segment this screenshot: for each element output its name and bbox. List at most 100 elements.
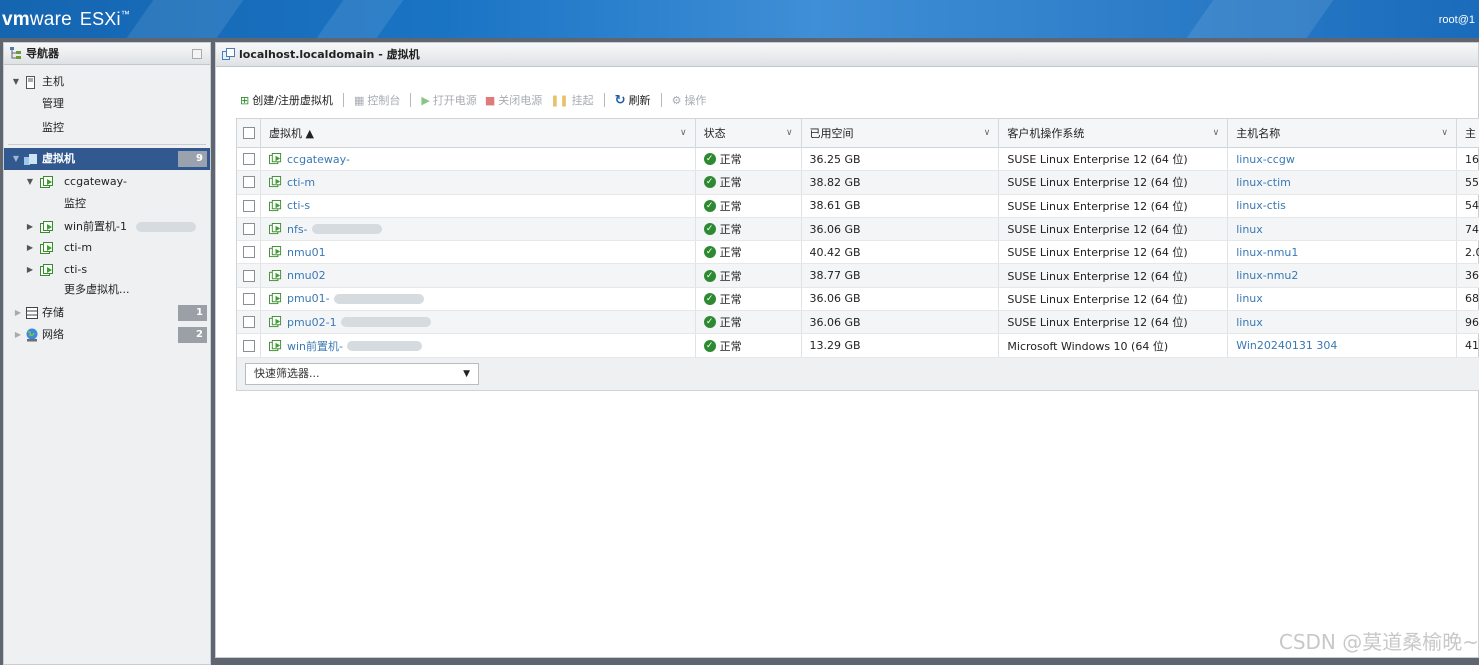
table-row[interactable]: nfs- ✓ 正常 36.06 GB SUSE Linux Enterprise 12 … xyxy=(237,217,1479,242)
vm-name-link[interactable]: win前置机- xyxy=(287,338,343,354)
nav-item-vm-win[interactable]: ▶ win前置机-1 xyxy=(4,216,210,238)
create-register-vm-button[interactable]: ⊞ 创建/注册虚拟机 xyxy=(240,92,333,108)
guest-os-cell: SUSE Linux Enterprise 12 (64 位) xyxy=(999,287,1229,311)
expand-arrow-icon[interactable]: ▶ xyxy=(14,302,22,324)
expand-arrow-icon[interactable]: ▶ xyxy=(14,324,22,346)
vm-name-link[interactable]: nmu01 xyxy=(287,246,326,259)
vm-name-link[interactable]: pmu02-1 xyxy=(287,316,337,329)
expand-arrow-icon[interactable]: ▼ xyxy=(12,71,20,93)
vm-toolbar: ⊞ 创建/注册虚拟机 ▦ 控制台 ▶ 打开电源 ■ 关闭电源 ❚❚ 挂起 ↻ 刷新 ⚙ 操作 xyxy=(240,91,714,109)
expand-arrow-icon[interactable]: ▶ xyxy=(26,259,34,281)
console-button[interactable]: ▦ 控制台 xyxy=(354,92,400,108)
storage-count-badge: 1 xyxy=(178,305,207,321)
select-all-checkbox[interactable] xyxy=(243,127,255,139)
hostname-cell: Win20240131 304 xyxy=(1228,334,1458,357)
check-circle-icon: ✓ xyxy=(703,316,716,329)
host-cpu-cell: 54 xyxy=(1465,199,1479,213)
vm-name-link[interactable]: cti-s xyxy=(287,199,310,212)
collapse-icon[interactable] xyxy=(192,49,202,59)
col-header-guest-os[interactable]: 客户机操作系统 ∨ xyxy=(999,119,1229,148)
vm-running-icon xyxy=(40,176,53,188)
expand-arrow-icon[interactable]: ▶ xyxy=(26,216,34,238)
vm-name-link[interactable]: pmu01- xyxy=(287,292,330,305)
status-text: 正常 xyxy=(719,316,742,330)
chevron-down-icon[interactable]: ∨ xyxy=(984,119,991,148)
expand-arrow-icon[interactable]: ▼ xyxy=(26,171,34,193)
col-header-host-cpu[interactable]: 主 xyxy=(1457,119,1479,148)
vm-name-link[interactable]: nfs- xyxy=(287,223,308,236)
row-checkbox[interactable] xyxy=(243,153,255,166)
nav-item-network[interactable]: ▶ 网络 2 xyxy=(4,324,210,346)
used-space-cell: 36.25 GB xyxy=(802,148,1000,171)
col-header-hostname[interactable]: 主机名称 ∨ xyxy=(1228,119,1458,148)
vmware-esxi-logo: vmware ESXi™ xyxy=(2,9,130,30)
status-cell: ✓ 正常 xyxy=(696,148,802,171)
nav-item-storage[interactable]: ▶ 存储 1 xyxy=(4,302,210,324)
chevron-down-icon[interactable]: ∨ xyxy=(1441,119,1448,148)
nav-item-vm-ccgateway[interactable]: ▼ ccgateway- xyxy=(4,171,210,193)
vm-running-icon xyxy=(269,199,282,211)
nav-item-host-manage[interactable]: 管理 xyxy=(4,93,210,115)
table-row[interactable]: pmu02-1 ✓ 正常 36.06 GB SUSE Linux Enterprise … xyxy=(237,311,1479,335)
chevron-down-icon[interactable]: ∨ xyxy=(680,119,687,148)
power-on-button[interactable]: ▶ 打开电源 xyxy=(421,92,476,108)
check-circle-icon: ✓ xyxy=(703,339,716,352)
table-row[interactable]: pmu01- ✓ 正常 36.06 GB SUSE Linux Enterprise 1… xyxy=(237,287,1479,312)
toolbar-divider xyxy=(603,93,605,107)
guest-os-cell: SUSE Linux Enterprise 12 (64 位) xyxy=(999,217,1229,241)
row-checkbox[interactable] xyxy=(243,246,255,259)
nav-item-vm-monitor[interactable]: 监控 xyxy=(4,193,210,215)
row-checkbox[interactable] xyxy=(243,339,255,352)
guest-os-cell: SUSE Linux Enterprise 12 (64 位) xyxy=(999,264,1229,287)
vm-name-link[interactable]: cti-m xyxy=(287,176,315,189)
vm-name-link[interactable]: ccgateway- xyxy=(287,153,350,166)
col-header-status[interactable]: 状态 ∨ xyxy=(696,119,802,148)
refresh-button[interactable]: ↻ 刷新 xyxy=(615,92,651,108)
table-footer: 快速筛选器... ▼ xyxy=(236,358,1479,391)
vm-name-link[interactable]: nmu02 xyxy=(287,269,326,282)
chevron-down-icon[interactable]: ∨ xyxy=(1213,119,1220,148)
quick-filter-select[interactable]: 快速筛选器... ▼ xyxy=(245,363,479,385)
select-all-cell xyxy=(237,119,261,148)
table-row[interactable]: cti-s ✓ 正常 38.61 GB SUSE Linux Enterprise 12… xyxy=(237,194,1479,218)
status-cell: ✓ 正常 xyxy=(696,334,802,357)
table-row[interactable]: nmu02 ✓ 正常 38.77 GB SUSE Linux Enterprise 12… xyxy=(237,264,1479,288)
table-row[interactable]: nmu01 ✓ 正常 40.42 GB SUSE Linux Enterprise 12… xyxy=(237,241,1479,265)
col-header-vm[interactable]: 虚拟机 ▲ ∨ xyxy=(261,119,696,148)
expand-arrow-icon[interactable]: ▼ xyxy=(12,148,20,170)
table-row[interactable]: cti-m ✓ 正常 38.82 GB SUSE Linux Enterprise 12… xyxy=(237,171,1479,195)
nav-item-vm-cti-m[interactable]: ▶ cti-m xyxy=(4,237,210,259)
vms-icon xyxy=(222,48,235,60)
host-cpu-cell: 36 xyxy=(1465,269,1479,283)
nav-item-more-vms[interactable]: 更多虚拟机... xyxy=(4,279,210,301)
row-checkbox[interactable] xyxy=(243,269,255,282)
row-checkbox[interactable] xyxy=(243,223,255,236)
nav-item-host-monitor[interactable]: 监控 xyxy=(4,117,210,139)
row-checkbox[interactable] xyxy=(243,199,255,212)
host-cpu-cell: 96 xyxy=(1465,315,1479,329)
table-row[interactable]: win前置机- ✓ 正常 13.29 GB Microsoft Windows 10 (… xyxy=(237,334,1479,358)
host-cpu-cell: 74 xyxy=(1465,222,1479,236)
navigator-title: 导航器 xyxy=(26,47,59,60)
check-circle-icon: ✓ xyxy=(703,223,716,236)
row-checkbox[interactable] xyxy=(243,292,255,305)
col-header-used-space[interactable]: 已用空间 ∨ xyxy=(802,119,1000,148)
power-off-button[interactable]: ■ 关闭电源 xyxy=(485,92,542,108)
vm-count-badge: 9 xyxy=(178,151,207,167)
expand-arrow-icon[interactable]: ▶ xyxy=(26,237,34,259)
guest-os-cell: SUSE Linux Enterprise 12 (64 位) xyxy=(999,194,1229,217)
user-menu[interactable]: root@1 xyxy=(1439,14,1475,26)
table-row[interactable]: ccgateway- ✓ 正常 36.25 GB SUSE Linux Enterpri… xyxy=(237,148,1479,172)
status-text: 正常 xyxy=(719,269,742,283)
redacted-text xyxy=(346,340,422,351)
storage-icon xyxy=(26,307,38,319)
nav-item-vm-cti-s[interactable]: ▶ cti-s xyxy=(4,259,210,281)
suspend-button[interactable]: ❚❚ 挂起 xyxy=(550,92,593,108)
chevron-down-icon[interactable]: ∨ xyxy=(786,119,793,148)
nav-item-host[interactable]: ▼ 主机 xyxy=(4,71,210,93)
row-checkbox[interactable] xyxy=(243,176,255,189)
guest-os-cell: SUSE Linux Enterprise 12 (64 位) xyxy=(999,241,1229,264)
row-checkbox[interactable] xyxy=(243,316,255,329)
actions-button[interactable]: ⚙ 操作 xyxy=(672,92,707,108)
nav-item-virtual-machines[interactable]: ▼ 虚拟机 9 xyxy=(4,148,210,170)
